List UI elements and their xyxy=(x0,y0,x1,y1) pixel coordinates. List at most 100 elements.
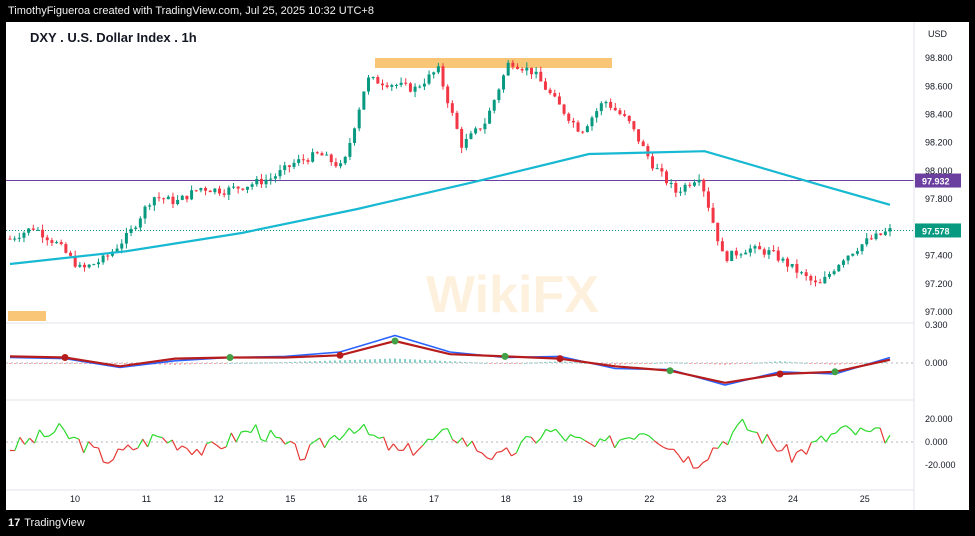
candle-body[interactable] xyxy=(525,67,529,71)
candle-body[interactable] xyxy=(301,159,305,161)
candle-body[interactable] xyxy=(8,238,12,240)
chart-svg[interactable]: 97.932 97.578 98.800 98.600 98.400 98.200 98.… xyxy=(6,22,969,510)
candle-body[interactable] xyxy=(669,182,673,184)
candle-body[interactable] xyxy=(478,128,482,130)
candle-body[interactable] xyxy=(404,82,408,84)
candle-body[interactable] xyxy=(357,109,361,129)
candle-body[interactable] xyxy=(106,255,110,257)
candle-body[interactable] xyxy=(218,188,222,194)
candle-body[interactable] xyxy=(646,146,650,157)
candle-body[interactable] xyxy=(422,83,426,87)
candle-body[interactable] xyxy=(804,272,808,277)
candle-body[interactable] xyxy=(790,263,794,267)
candle-body[interactable] xyxy=(64,244,68,253)
candle-body[interactable] xyxy=(529,67,533,75)
candle-body[interactable] xyxy=(860,244,864,252)
candle-body[interactable] xyxy=(869,238,873,240)
candle-body[interactable] xyxy=(516,66,520,69)
candle-body[interactable] xyxy=(45,237,49,241)
candle-body[interactable] xyxy=(599,103,603,112)
candle-body[interactable] xyxy=(609,101,613,108)
candle-body[interactable] xyxy=(194,190,198,192)
candle-body[interactable] xyxy=(688,184,692,186)
candle-body[interactable] xyxy=(124,232,128,244)
candle-body[interactable] xyxy=(539,71,543,82)
candle-body[interactable] xyxy=(143,206,147,219)
candle-body[interactable] xyxy=(716,222,720,242)
candle-body[interactable] xyxy=(753,246,757,249)
candle-body[interactable] xyxy=(255,178,259,185)
candle-body[interactable] xyxy=(241,188,245,190)
candle-body[interactable] xyxy=(427,74,431,84)
candle-body[interactable] xyxy=(683,184,687,192)
candle-body[interactable] xyxy=(441,66,445,87)
candle-body[interactable] xyxy=(851,253,855,256)
candle-body[interactable] xyxy=(772,250,776,252)
candle-body[interactable] xyxy=(734,250,738,256)
candle-body[interactable] xyxy=(306,160,310,162)
candle-body[interactable] xyxy=(120,243,124,249)
candle-body[interactable] xyxy=(627,115,631,122)
candle-body[interactable] xyxy=(320,153,324,156)
candle-body[interactable] xyxy=(148,205,152,207)
candle-body[interactable] xyxy=(562,104,566,114)
candle-body[interactable] xyxy=(138,218,142,228)
candle-body[interactable] xyxy=(874,233,878,240)
candle-body[interactable] xyxy=(432,72,436,75)
candle-body[interactable] xyxy=(613,107,617,111)
candle-body[interactable] xyxy=(180,195,184,200)
candle-body[interactable] xyxy=(408,83,412,92)
candle-body[interactable] xyxy=(474,128,478,134)
candle-body[interactable] xyxy=(339,163,343,167)
candle-body[interactable] xyxy=(595,111,599,118)
candle-body[interactable] xyxy=(17,237,21,239)
candle-body[interactable] xyxy=(129,228,133,233)
candle-body[interactable] xyxy=(176,199,180,205)
candle-body[interactable] xyxy=(204,188,208,191)
candle-body[interactable] xyxy=(632,121,636,130)
candle-body[interactable] xyxy=(841,260,845,265)
candle-body[interactable] xyxy=(795,263,799,273)
candle-body[interactable] xyxy=(36,229,40,231)
candle-body[interactable] xyxy=(450,103,454,113)
candle-body[interactable] xyxy=(674,182,678,193)
candle-body[interactable] xyxy=(464,138,468,148)
candle-body[interactable] xyxy=(59,242,63,245)
candle-body[interactable] xyxy=(855,251,859,254)
candle-body[interactable] xyxy=(702,179,706,192)
candle-body[interactable] xyxy=(809,276,813,281)
candle-body[interactable] xyxy=(96,262,100,265)
candle-body[interactable] xyxy=(287,165,291,167)
candle-body[interactable] xyxy=(678,191,682,193)
candle-body[interactable] xyxy=(41,229,45,238)
candle-body[interactable] xyxy=(69,252,73,256)
candle-body[interactable] xyxy=(497,89,501,101)
candle-body[interactable] xyxy=(82,264,86,268)
candle-body[interactable] xyxy=(846,255,850,261)
candle-body[interactable] xyxy=(115,248,119,252)
candle-body[interactable] xyxy=(557,96,561,105)
candle-body[interactable] xyxy=(283,165,287,171)
candle-body[interactable] xyxy=(543,81,547,90)
candle-body[interactable] xyxy=(660,168,664,172)
candle-body[interactable] xyxy=(31,228,35,230)
candle-body[interactable] xyxy=(446,86,450,104)
candle-body[interactable] xyxy=(278,170,282,177)
candle-body[interactable] xyxy=(590,117,594,127)
candle-body[interactable] xyxy=(506,62,510,76)
candle-body[interactable] xyxy=(208,190,212,193)
candle-body[interactable] xyxy=(418,86,422,88)
candle-body[interactable] xyxy=(488,110,492,124)
candle-body[interactable] xyxy=(157,197,161,199)
candle-body[interactable] xyxy=(245,186,249,190)
candle-body[interactable] xyxy=(269,178,273,180)
macd-pane[interactable] xyxy=(6,334,914,386)
candle-body[interactable] xyxy=(548,89,552,94)
candle-body[interactable] xyxy=(823,276,827,284)
candle-body[interactable] xyxy=(776,250,780,261)
candle-body[interactable] xyxy=(273,176,277,179)
candle-body[interactable] xyxy=(227,187,231,195)
candle-body[interactable] xyxy=(353,128,357,143)
candle-body[interactable] xyxy=(231,186,235,188)
candle-body[interactable] xyxy=(511,62,515,67)
